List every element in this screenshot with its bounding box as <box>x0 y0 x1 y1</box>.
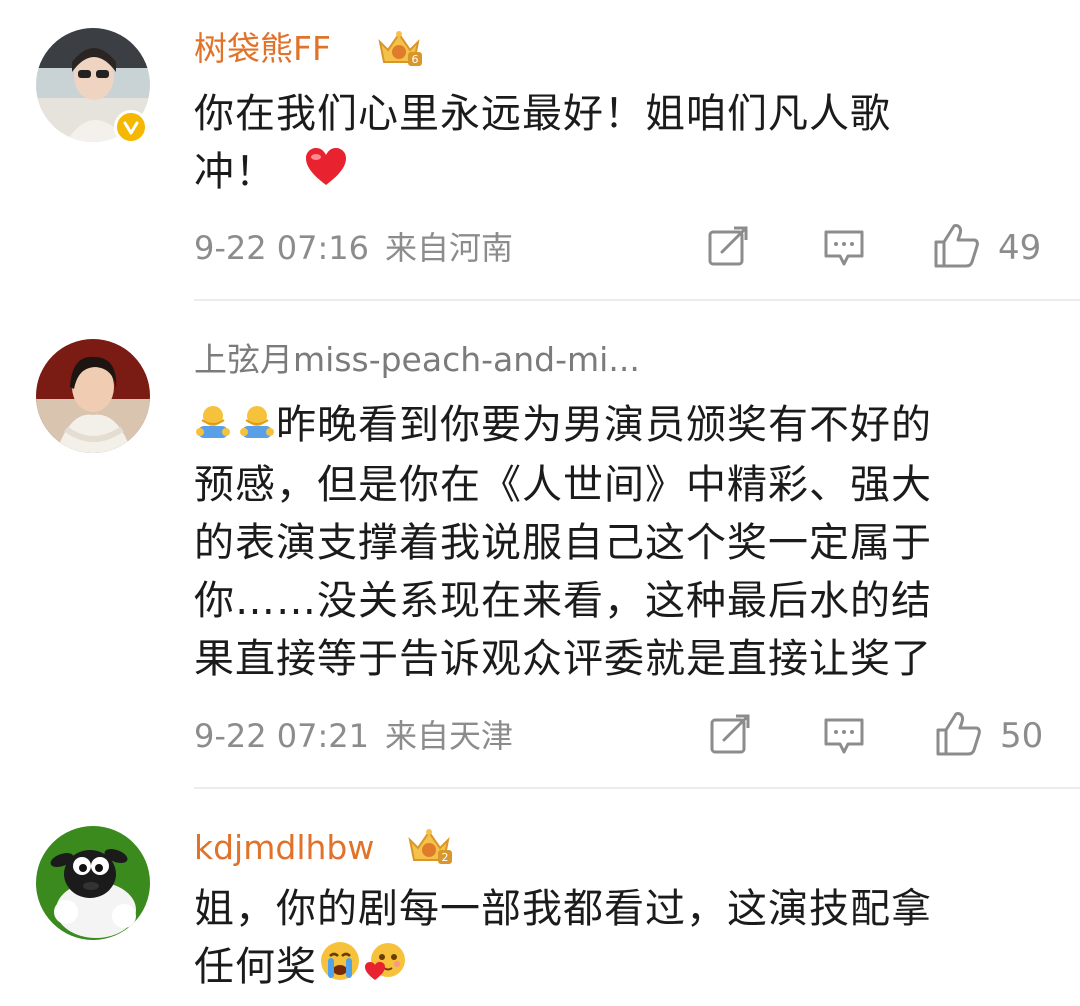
crying-emoji <box>319 940 361 998</box>
repost-icon[interactable] <box>708 226 750 266</box>
crown-level: 6 <box>412 53 419 66</box>
comment-text-fragment: 昨晚看到你要为男演员颁奖有不好的 <box>276 402 932 448</box>
crown-badge-icon: 2 <box>402 826 456 866</box>
comment-text-line: 昨晚看到你要为男演员颁奖有不好的 <box>194 396 1014 456</box>
verified-badge-icon <box>114 110 148 144</box>
comment-meta: 9-22 07:21 来自天津 <box>194 716 513 756</box>
comment-username[interactable]: 上弦月miss-peach-and-mi... <box>194 340 640 380</box>
divider <box>194 299 1080 301</box>
like-count: 50 <box>1000 716 1044 756</box>
comment-time: 9-22 07:16 <box>194 229 370 267</box>
thumbs-up-icon[interactable] <box>932 222 980 268</box>
comment-text-fragment: 任何奖 <box>194 944 317 990</box>
divider <box>194 787 1080 789</box>
hug-emoji <box>194 398 232 456</box>
comment-icon[interactable] <box>822 716 866 756</box>
comment-meta: 9-22 07:16 来自河南 <box>194 228 513 268</box>
comment-username[interactable]: 树袋熊FF <box>194 29 331 69</box>
crown-badge-icon: 6 <box>372 28 426 68</box>
comment-text-line: 任何奖 <box>194 938 1014 998</box>
love-face-emoji <box>365 940 407 998</box>
avatar[interactable] <box>36 339 150 453</box>
red-heart-emoji <box>304 145 348 203</box>
comment-text-line: 你在我们心里永远最好！姐咱们凡人歌 <box>194 91 891 137</box>
like-count: 49 <box>998 228 1042 268</box>
comment-text-line: 预感，但是你在《人世间》中精彩、强大 <box>194 462 932 508</box>
comment-text: 姐，你的剧每一部我都看过，这演技配拿 任何奖 <box>194 880 1014 998</box>
avatar[interactable] <box>36 826 150 940</box>
comment-text-line: 冲！ <box>194 143 1014 203</box>
comment-text: 你在我们心里永远最好！姐咱们凡人歌 冲！ <box>194 85 1014 203</box>
comment-text-line: 果直接等于告诉观众评委就是直接让奖了 <box>194 636 932 682</box>
thumbs-up-icon[interactable] <box>934 710 982 756</box>
comment-time: 9-22 07:21 <box>194 717 370 755</box>
repost-icon[interactable] <box>710 714 752 754</box>
comment-text-fragment: 冲！ <box>194 149 276 195</box>
hug-emoji <box>238 398 276 456</box>
comment-location: 来自河南 <box>385 229 514 267</box>
comment-location: 来自天津 <box>385 717 514 755</box>
comment-username[interactable]: kdjmdlhbw <box>194 828 374 868</box>
crown-level: 2 <box>442 851 449 864</box>
comment-icon[interactable] <box>822 228 866 268</box>
comment-text: 昨晚看到你要为男演员颁奖有不好的 预感，但是你在《人世间》中精彩、强大 的表演支… <box>194 396 1014 688</box>
comment-text-line: 你……没关系现在来看，这种最后水的结 <box>194 578 932 624</box>
comment-text-line: 的表演支撑着我说服自己这个奖一定属于 <box>194 520 932 566</box>
comment-text-line: 姐，你的剧每一部我都看过，这演技配拿 <box>194 886 932 932</box>
